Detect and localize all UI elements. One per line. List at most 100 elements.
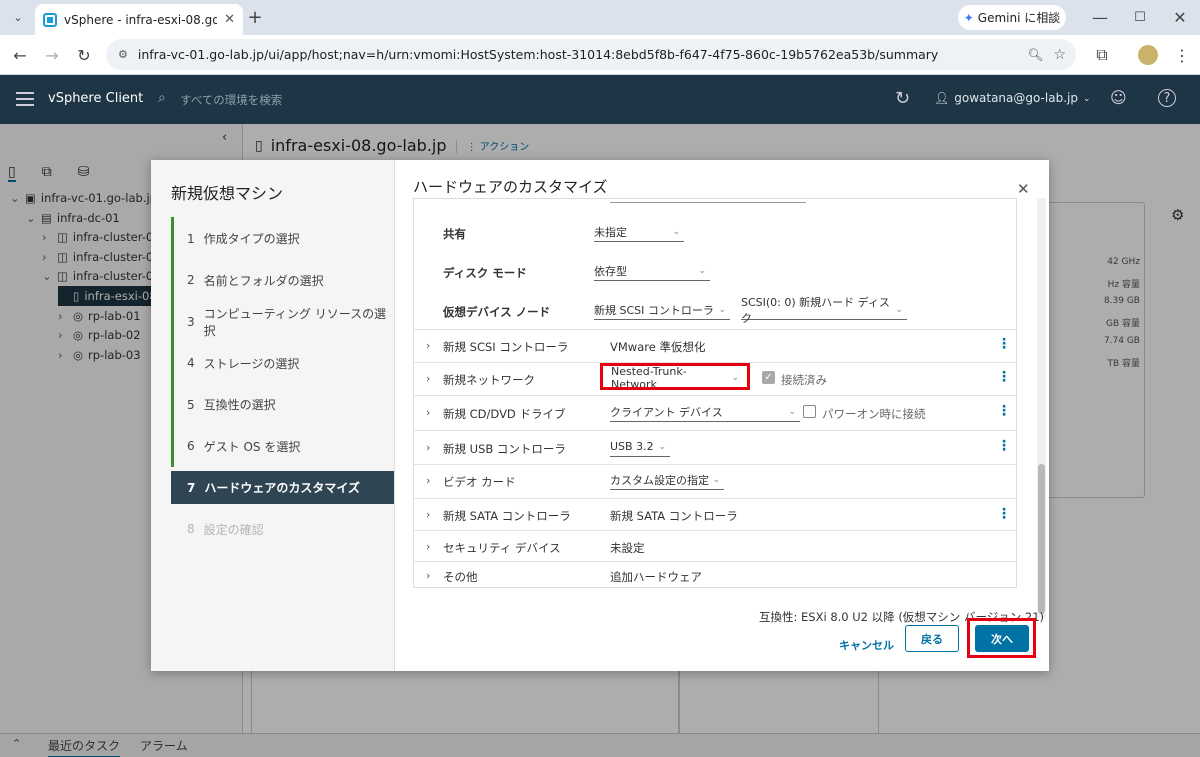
chevron-right-icon[interactable]: › bbox=[426, 508, 430, 521]
window-close-button[interactable]: ✕ bbox=[1168, 5, 1192, 29]
chevron-down-icon: ⌄ bbox=[788, 406, 796, 417]
chevron-down-icon: ⌄ bbox=[1082, 94, 1091, 104]
kebab-icon[interactable]: ⋮ bbox=[997, 507, 1011, 521]
kebab-icon[interactable]: ⋮ bbox=[997, 404, 1011, 418]
chevron-right-icon[interactable]: › bbox=[426, 406, 430, 419]
wizard-step-5[interactable]: 5 互換性の選択 bbox=[171, 388, 394, 421]
tab-list-button[interactable]: ⌄ bbox=[6, 5, 30, 29]
power-on-connect-checkbox[interactable] bbox=[803, 405, 816, 418]
wizard-step-7[interactable]: 7 ハードウェアのカスタマイズ bbox=[171, 471, 394, 504]
device-controller-select[interactable]: 新規 SCSI コントローラ ⌄ bbox=[594, 300, 730, 320]
disk-mode-select[interactable]: 依存型 ⌄ bbox=[594, 261, 710, 281]
minimize-button[interactable]: — bbox=[1088, 5, 1112, 29]
video-select[interactable]: カスタム設定の指定 ⌄ bbox=[610, 470, 724, 490]
user-menu[interactable]: 👤︎ gowatana@go-lab.jp ⌄ bbox=[934, 91, 1091, 105]
browser-menu-icon[interactable]: ⋮ bbox=[1170, 43, 1194, 67]
kebab-icon[interactable]: ⋮ bbox=[997, 337, 1011, 351]
site-info-icon[interactable]: ⚙ bbox=[118, 48, 128, 61]
step-label: ストレージの選択 bbox=[203, 356, 300, 371]
hw-row-security[interactable]: › セキュリティ デバイス 未設定 bbox=[414, 530, 1016, 561]
step-number: 1 bbox=[187, 231, 195, 246]
cancel-button[interactable]: キャンセル bbox=[839, 631, 894, 658]
hw-row-cddvd[interactable]: › 新規 CD/DVD ドライブ クライアント デバイス ⌄ パワーオン時に接続 … bbox=[414, 395, 1016, 430]
step-label: 名前とフォルダの選択 bbox=[203, 273, 324, 288]
gemini-button[interactable]: ✦ Gemini に相談 bbox=[958, 5, 1066, 30]
wizard-step-1[interactable]: 1 作成タイプの選択 bbox=[171, 222, 394, 255]
search-icon: ⌕ bbox=[158, 90, 166, 106]
browser-toolbar: ← → ↻ ⚙ infra-vc-01.go-lab.jp/ui/app/hos… bbox=[0, 35, 1200, 75]
disk-mode-label: ディスク モード bbox=[443, 266, 527, 280]
network-select[interactable]: Nested-Trunk-Network ⌄ bbox=[611, 365, 743, 391]
cddvd-select[interactable]: クライアント デバイス ⌄ bbox=[610, 402, 800, 422]
new-vm-wizard-dialog: 新規仮想マシン 1 作成タイプの選択 2 名前とフォルダの選択 3 コンピューティング リ… bbox=[151, 160, 1049, 671]
url-text: infra-vc-01.go-lab.jp/ui/app/host;nav=h/… bbox=[137, 47, 939, 62]
wizard-title: 新規仮想マシン bbox=[171, 184, 284, 203]
connected-checkbox[interactable]: ✓ bbox=[762, 371, 775, 384]
kebab-icon[interactable]: ⋮ bbox=[997, 439, 1011, 453]
usb-select[interactable]: USB 3.2 ⌄ bbox=[610, 437, 670, 457]
chevron-right-icon[interactable]: › bbox=[426, 339, 430, 352]
step-label: コンピューティング リソースの選択 bbox=[203, 306, 387, 338]
new-tab-button[interactable]: + bbox=[243, 5, 267, 29]
profile-avatar[interactable] bbox=[1138, 45, 1158, 65]
chevron-down-icon: ⌄ bbox=[895, 304, 903, 315]
reload-icon[interactable]: ↻ bbox=[72, 43, 96, 67]
vsphere-favicon-icon bbox=[43, 12, 57, 27]
wizard-step-6[interactable]: 6 ゲスト OS を選択 bbox=[171, 430, 394, 463]
step-number: 2 bbox=[187, 273, 195, 287]
maximize-button[interactable]: ☐ bbox=[1128, 5, 1152, 29]
chevron-down-icon: ⌄ bbox=[718, 304, 726, 315]
chevron-right-icon[interactable]: › bbox=[426, 540, 430, 553]
compatibility-text: 互換性: ESXi 8.0 U2 以降 (仮想マシン バージョン 21) bbox=[759, 610, 1044, 624]
address-bar[interactable]: ⚙ infra-vc-01.go-lab.jp/ui/app/host;nav=… bbox=[106, 39, 1076, 70]
back-arrow-icon[interactable]: ← bbox=[8, 43, 32, 67]
hw-row-sata[interactable]: › 新規 SATA コントローラ 新規 SATA コントローラ ⋮ bbox=[414, 498, 1016, 530]
section-title: ハードウェアのカスタマイズ bbox=[413, 178, 608, 196]
hamburger-menu-icon[interactable] bbox=[16, 92, 34, 106]
refresh-icon[interactable]: ↻ bbox=[895, 88, 910, 109]
chevron-right-icon[interactable]: › bbox=[426, 441, 430, 454]
sharing-label: 共有 bbox=[443, 227, 466, 241]
wizard-step-2[interactable]: 2 名前とフォルダの選択 bbox=[171, 264, 394, 297]
feedback-smiley-icon[interactable]: ☺ bbox=[1110, 88, 1127, 107]
vsphere-header: vSphere Client ⌕ すべての環境を検索 ↻ 👤︎ gowatana@… bbox=[0, 75, 1200, 124]
wizard-step-3[interactable]: 3 コンピューティング リソースの選択 bbox=[171, 305, 394, 338]
hw-row-network[interactable]: › 新規ネットワーク Nested-Trunk-Network ⌄ ✓ 接続済み … bbox=[414, 362, 1016, 395]
dialog-close-icon[interactable]: ✕ bbox=[1017, 180, 1030, 198]
bookmark-star-icon[interactable]: ☆ bbox=[1053, 47, 1066, 63]
hw-row-usb[interactable]: › 新規 USB コントローラ USB 3.2 ⌄ ⋮ bbox=[414, 430, 1016, 464]
zoom-icon[interactable]: 🔍︎ bbox=[1028, 47, 1044, 63]
chevron-right-icon[interactable]: › bbox=[426, 569, 430, 582]
back-button[interactable]: 戻る bbox=[905, 625, 959, 652]
scrollbar-thumb[interactable] bbox=[1038, 464, 1045, 614]
global-search-input[interactable]: すべての環境を検索 bbox=[180, 92, 282, 108]
step-number: 7 bbox=[187, 480, 196, 495]
chevron-down-icon: ⌄ bbox=[712, 474, 720, 485]
wizard-step-8: 8 設定の確認 bbox=[171, 513, 394, 546]
hw-row-scsi[interactable]: › 新規 SCSI コントローラ VMware 準仮想化 ⋮ bbox=[414, 329, 1016, 362]
scrollbar-track[interactable] bbox=[1037, 198, 1046, 618]
step-number: 4 bbox=[187, 356, 195, 370]
device-slot-select[interactable]: SCSI(0: 0) 新規ハード ディスク ⌄ bbox=[741, 296, 907, 325]
next-button[interactable]: 次へ bbox=[975, 625, 1029, 652]
step-label: ハードウェアのカスタマイズ bbox=[204, 481, 361, 495]
sharing-select[interactable]: 未指定 ⌄ bbox=[594, 222, 684, 242]
forward-arrow-icon[interactable]: → bbox=[40, 43, 64, 67]
gemini-sparkle-icon: ✦ bbox=[963, 10, 974, 25]
hw-row-video[interactable]: › ビデオ カード カスタム設定の指定 ⌄ bbox=[414, 464, 1016, 498]
kebab-icon[interactable]: ⋮ bbox=[997, 370, 1011, 384]
close-tab-icon[interactable]: ✕ bbox=[224, 12, 235, 27]
browser-tab-bar: ⌄ vSphere - infra-esxi-08.go-lab.jp ✕ + … bbox=[0, 0, 1200, 35]
chevron-right-icon[interactable]: › bbox=[426, 372, 430, 385]
step-label: 作成タイプの選択 bbox=[203, 232, 300, 246]
hw-row-other[interactable]: › その他 追加ハードウェア bbox=[414, 561, 1016, 587]
step-number: 8 bbox=[187, 522, 195, 536]
virtual-device-node-label: 仮想デバイス ノード bbox=[443, 305, 551, 319]
hardware-list: 共有 未指定 ⌄ ディスク モード 依存型 ⌄ 仮想デバイス ノード 新規 SCSI… bbox=[413, 198, 1017, 588]
chevron-right-icon[interactable]: › bbox=[426, 474, 430, 487]
wizard-step-4[interactable]: 4 ストレージの選択 bbox=[171, 347, 394, 380]
help-icon[interactable]: ? bbox=[1158, 89, 1176, 107]
app-name: vSphere Client bbox=[48, 91, 144, 106]
extensions-icon[interactable]: ⧉ bbox=[1090, 43, 1114, 67]
browser-tab[interactable]: vSphere - infra-esxi-08.go-lab.jp ✕ bbox=[35, 4, 243, 35]
